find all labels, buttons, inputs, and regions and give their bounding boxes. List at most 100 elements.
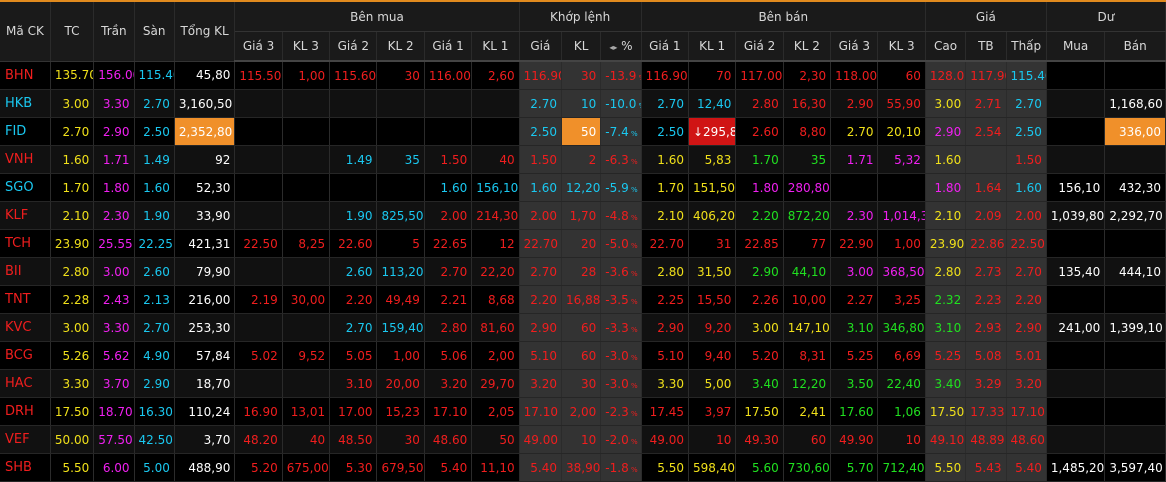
col-match-pct[interactable]: ◂▸ % — [600, 31, 642, 62]
cell-bp1: 2.00 — [424, 201, 473, 230]
sort-arrows-icon[interactable]: ◂▸ — [609, 43, 617, 52]
col-ask-v1[interactable]: KL 1 — [688, 31, 737, 62]
board-row-fid[interactable]: FID 2.70 2.90 2.50 2,352,80 2.50 50 -7.4 % 2.50 ↓… — [0, 117, 1166, 146]
cell-av2: 8,31 — [783, 341, 832, 370]
cell-mv: 38,90 — [561, 453, 602, 482]
col-bid-v2[interactable]: KL 2 — [376, 31, 425, 62]
cell-av3: 1,00 — [877, 229, 926, 258]
cell-tkl: 52,30 — [174, 173, 236, 202]
col-high[interactable]: Cao — [925, 31, 967, 62]
col-ask-v3[interactable]: KL 3 — [877, 31, 926, 62]
cell-lo: 1.50 — [1006, 145, 1047, 174]
col-bid-v3[interactable]: KL 3 — [282, 31, 331, 62]
cell-bp1: 5.06 — [424, 341, 473, 370]
cell-hi: 1.60 — [925, 145, 967, 174]
cell-ap1: 2.80 — [641, 257, 689, 286]
col-avg[interactable]: TB — [965, 31, 1007, 62]
board-row-klf[interactable]: KLF 2.10 2.30 1.90 33,90 1.90 825,50 2.00 214,30… — [0, 201, 1166, 230]
cell-sym[interactable]: HKB — [0, 89, 51, 118]
cell-tkl: 488,90 — [174, 453, 236, 482]
cell-db — [1104, 229, 1166, 258]
cell-lo: 1.60 — [1006, 173, 1047, 202]
board-row-kvc[interactable]: KVC 3.00 3.30 2.70 253,30 2.70 159,40 2.80 81,60… — [0, 313, 1166, 342]
col-ceil[interactable]: Trần — [93, 0, 135, 62]
cell-lo: 2.70 — [1006, 257, 1047, 286]
cell-sym[interactable]: VNH — [0, 145, 51, 174]
col-symbol[interactable]: Mã CK — [0, 0, 51, 62]
cell-bv1: 2,05 — [471, 397, 520, 426]
col-ref[interactable]: TC — [50, 0, 95, 62]
cell-tb: 2.54 — [965, 117, 1007, 146]
cell-db — [1104, 341, 1166, 370]
col-floor[interactable]: Sàn — [134, 0, 175, 62]
cell-av2: 77 — [783, 229, 832, 258]
board-row-hac[interactable]: HAC 3.30 3.70 2.90 18,70 3.10 20,00 3.20 29,70 3.… — [0, 369, 1166, 398]
cell-av3: 55,90 — [877, 89, 926, 118]
cell-mpct: -2.0 % — [600, 425, 642, 454]
board-row-drh[interactable]: DRH 17.50 18.70 16.30 110,24 16.90 13,01 17.00 1… — [0, 397, 1166, 426]
col-bid-p2[interactable]: Giá 2 — [329, 31, 378, 62]
board-row-bii[interactable]: BII 2.80 3.00 2.60 79,90 2.60 113,20 2.70 22,20 2… — [0, 257, 1166, 286]
cell-sym[interactable]: KVC — [0, 313, 51, 342]
cell-lo: 5.01 — [1006, 341, 1047, 370]
cell-sym[interactable]: VEF — [0, 425, 51, 454]
board-row-hkb[interactable]: HKB3.003.302.703,160,502.7010-10.0 %2.70… — [0, 89, 1166, 118]
col-ask-v2[interactable]: KL 2 — [783, 31, 832, 62]
cell-sym[interactable]: KLF — [0, 201, 51, 230]
board-row-vef[interactable]: VEF 50.00 57.50 42.50 3,70 48.20 40 48.50 30 48.6… — [0, 425, 1166, 454]
cell-sym[interactable]: DRH — [0, 397, 51, 426]
col-match-vol[interactable]: KL — [561, 31, 602, 62]
cell-sym[interactable]: BCG — [0, 341, 51, 370]
col-match-price[interactable]: Giá — [519, 31, 562, 62]
cell-bp1: 2.80 — [424, 313, 473, 342]
col-bid-p3[interactable]: Giá 3 — [234, 31, 283, 62]
cell-ap2: 2.90 — [735, 257, 784, 286]
cell-sym[interactable]: TNT — [0, 285, 51, 314]
cell-sym[interactable]: BHN — [0, 61, 51, 90]
cell-tc: 3.30 — [50, 369, 95, 398]
cell-sym[interactable]: HAC — [0, 369, 51, 398]
col-surplus-buy[interactable]: Mua — [1046, 31, 1106, 62]
cell-sym[interactable]: TCH — [0, 229, 51, 258]
cell-bv2: 15,23 — [376, 397, 425, 426]
cell-sym[interactable]: SHB — [0, 453, 51, 482]
cell-sym[interactable]: BII — [0, 257, 51, 286]
cell-av3: 5,32 — [877, 145, 926, 174]
cell-tkl: 3,160,50 — [174, 89, 236, 118]
board-row-tch[interactable]: TCH 23.90 25.55 22.25 421,31 22.50 8,25 22.60 5 2… — [0, 229, 1166, 258]
col-low[interactable]: Thấp — [1006, 31, 1047, 62]
cell-mpct: -13.9 % — [600, 61, 642, 90]
col-ask-p2[interactable]: Giá 2 — [735, 31, 784, 62]
cell-san: 2.90 — [134, 369, 175, 398]
board-row-sgo[interactable]: SGO 1.70 1.80 1.60 52,30 1.60 156,10 1.60 12,20-… — [0, 173, 1166, 202]
cell-tb: 2.73 — [965, 257, 1007, 286]
cell-sym[interactable]: SGO — [0, 173, 51, 202]
group-bid: Bên mua — [234, 0, 520, 32]
col-ask-p1[interactable]: Giá 1 — [641, 31, 689, 62]
cell-bv1: 156,10 — [471, 173, 520, 202]
cell-san: 1.49 — [134, 145, 175, 174]
cell-ap2: 49.30 — [735, 425, 784, 454]
board-row-tnt[interactable]: TNT 2.28 2.43 2.13 216,00 2.19 30,00 2.20 49,49 2… — [0, 285, 1166, 314]
board-row-vnh[interactable]: VNH 1.60 1.71 1.49 92 1.49 35 1.50 40 1.50 2 -6.3 %… — [0, 145, 1166, 174]
cell-tkl: 92 — [174, 145, 236, 174]
cell-sym[interactable]: FID — [0, 117, 51, 146]
col-bid-v1[interactable]: KL 1 — [471, 31, 520, 62]
cell-av1: ↓295,80 — [688, 117, 737, 146]
cell-av2: 60 — [783, 425, 832, 454]
cell-dm — [1046, 397, 1106, 426]
cell-lo: 2.90 — [1006, 313, 1047, 342]
cell-db — [1104, 369, 1166, 398]
cell-tran: 2.43 — [93, 285, 135, 314]
cell-dm: 1,039,80 — [1046, 201, 1106, 230]
board-row-bcg[interactable]: BCG 5.26 5.62 4.90 57,84 5.02 9,52 5.05 1,00 5.06… — [0, 341, 1166, 370]
cell-hi: 2.10 — [925, 201, 967, 230]
cell-bv1: 22,20 — [471, 257, 520, 286]
board-row-shb[interactable]: SHB 5.50 6.00 5.00 488,90 5.20 675,00 5.30 679,5… — [0, 453, 1166, 482]
col-ask-p3[interactable]: Giá 3 — [830, 31, 879, 62]
col-surplus-sell[interactable]: Bán — [1104, 31, 1166, 62]
col-total-vol[interactable]: Tổng KL — [174, 0, 236, 62]
col-bid-p1[interactable]: Giá 1 — [424, 31, 473, 62]
board-row-bhn[interactable]: BHN135.70156.00115.4045,80115.501,00115.… — [0, 61, 1166, 90]
cell-tran: 18.70 — [93, 397, 135, 426]
